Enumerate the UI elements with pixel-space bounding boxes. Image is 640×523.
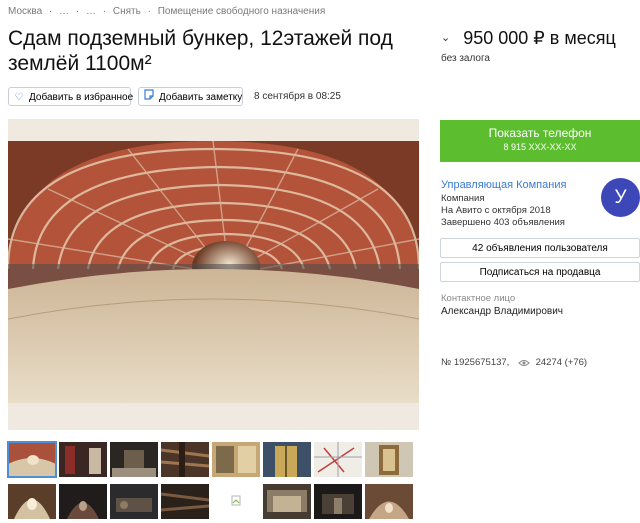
heart-icon: ♡ xyxy=(14,92,24,103)
thumbnail[interactable] xyxy=(365,484,413,519)
add-to-favorites-button[interactable]: ♡ Добавить в избранное xyxy=(8,87,134,106)
note-label: Добавить заметку xyxy=(159,92,243,103)
thumbnail[interactable] xyxy=(263,442,311,477)
breadcrumb-link[interactable]: … xyxy=(86,6,96,17)
price-value: 950 000 ₽ в месяц xyxy=(463,28,616,48)
view-count: 24274 (+76) xyxy=(535,357,588,368)
listing-meta: № 1925675137, 24274 (+76) xyxy=(441,357,587,370)
breadcrumb: Москва · … · … · Снять · Помещение свобо… xyxy=(8,6,329,17)
thumbnail[interactable] xyxy=(161,484,209,519)
thumbnail[interactable] xyxy=(59,442,107,477)
price-block[interactable]: ⌄ 950 000 ₽ в месяц xyxy=(441,28,616,49)
seller-since: На Авито с октября 2018 xyxy=(441,205,551,216)
thumbnail-missing[interactable] xyxy=(212,484,260,519)
thumbnail[interactable] xyxy=(314,484,362,519)
listing-date: 8 сентября в 08:25 xyxy=(254,91,341,102)
thumbnail[interactable] xyxy=(161,442,209,477)
thumbnail[interactable] xyxy=(212,442,260,477)
thumbnail[interactable] xyxy=(110,442,158,477)
thumbnail[interactable] xyxy=(263,484,311,519)
seller-type: Компания xyxy=(441,193,485,204)
contact-person-label: Контактное лицо xyxy=(441,293,516,304)
seller-completed: Завершено 403 объявления xyxy=(441,217,565,228)
breadcrumb-separator: · xyxy=(102,6,107,17)
thumbnail[interactable] xyxy=(8,484,56,519)
show-phone-label: Показать телефон xyxy=(488,126,592,140)
favorites-label: Добавить в избранное xyxy=(29,92,134,103)
deposit-info: без залога xyxy=(441,53,490,64)
eye-icon xyxy=(518,359,530,370)
bunker-tunnel-photo xyxy=(8,119,419,430)
listing-title: Сдам подземный бункер, 12этажей под земл… xyxy=(8,27,393,75)
breadcrumb-link-city[interactable]: Москва xyxy=(8,6,42,17)
thumbnail[interactable] xyxy=(110,484,158,519)
thumbnail[interactable] xyxy=(7,441,57,478)
thumbnail[interactable] xyxy=(59,484,107,519)
listing-id: № 1925675137, xyxy=(441,357,510,368)
breadcrumb-link[interactable]: … xyxy=(59,6,69,17)
breadcrumb-link-category[interactable]: Помещение свободного назначения xyxy=(158,6,326,17)
seller-name-link[interactable]: Управляющая Компания xyxy=(441,179,566,191)
phone-number-masked: 8 915 XXX-XX-XX xyxy=(503,142,577,152)
note-icon xyxy=(143,88,155,107)
subscribe-seller-button[interactable]: Подписаться на продавца xyxy=(440,262,640,282)
thumbnail[interactable] xyxy=(314,442,362,477)
seller-avatar[interactable]: У xyxy=(601,178,640,217)
show-phone-button[interactable]: Показать телефон 8 915 XXX-XX-XX xyxy=(440,120,640,162)
thumbnail[interactable] xyxy=(365,442,413,477)
breadcrumb-separator: · xyxy=(147,6,151,17)
breadcrumb-separator: · xyxy=(48,6,53,17)
contact-person-name: Александр Владимирович xyxy=(441,306,563,317)
breadcrumb-link-rent[interactable]: Снять xyxy=(113,6,141,17)
add-note-button[interactable]: Добавить заметку xyxy=(138,87,243,106)
chevron-down-icon[interactable]: ⌄ xyxy=(441,32,450,44)
main-photo[interactable] xyxy=(8,119,419,430)
user-ads-button[interactable]: 42 объявления пользователя xyxy=(440,238,640,258)
breadcrumb-separator: · xyxy=(75,6,80,17)
